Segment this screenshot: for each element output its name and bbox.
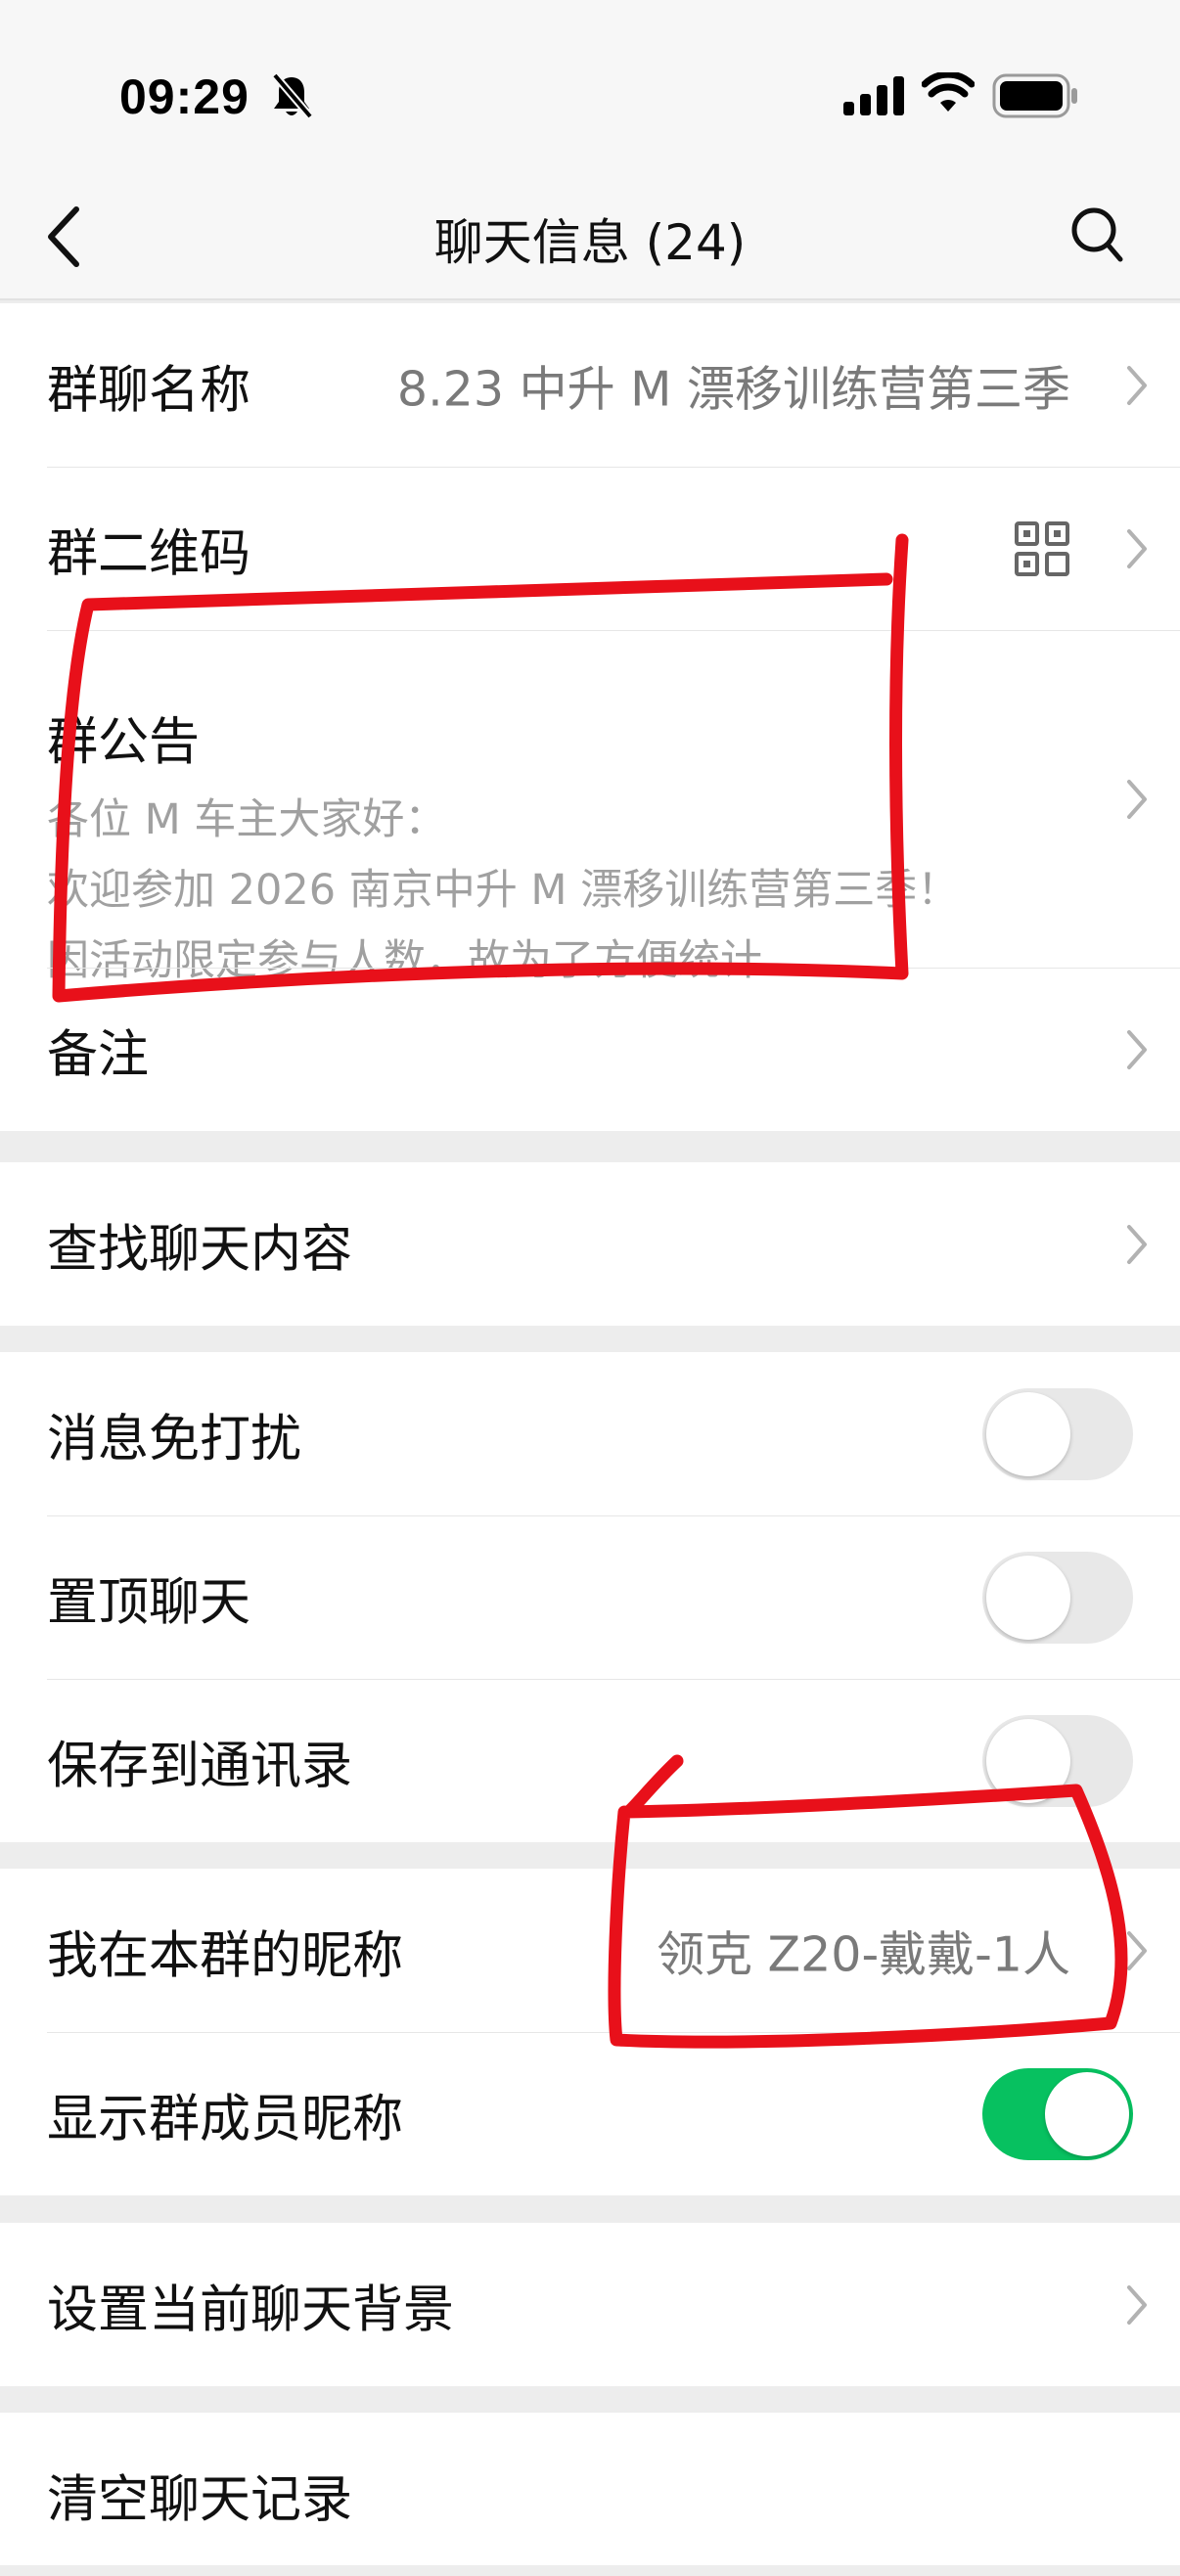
chevron-right-icon <box>1127 1930 1147 1970</box>
clear-history-label: 清空聊天记录 <box>47 2470 353 2529</box>
notice-line: 各位 M 车主大家好： <box>47 795 447 844</box>
search-chat-row[interactable]: 查找聊天内容 <box>0 1162 1180 1326</box>
save-contacts-row: 保存到通讯录 <box>0 1679 1180 1842</box>
search-section: 查找聊天内容 <box>0 1162 1180 1326</box>
show-nicknames-toggle[interactable] <box>982 2067 1133 2160</box>
group-qr-label: 群二维码 <box>47 524 251 583</box>
toggle-knob <box>986 1718 1070 1803</box>
nickname-section: 我在本群的昵称 领克 Z20-戴戴-1人 显示群成员昵称 <box>0 1869 1180 2195</box>
settings-section: 消息免打扰 置顶聊天 保存到通讯录 <box>0 1352 1180 1842</box>
search-chat-label: 查找聊天内容 <box>47 1220 353 1279</box>
pin-label: 置顶聊天 <box>47 1573 251 1632</box>
mute-row: 消息免打扰 <box>0 1352 1180 1515</box>
my-nickname-value: 领克 Z20-戴戴-1人 <box>656 1926 1070 1982</box>
chevron-right-icon <box>1127 779 1147 819</box>
signal-icon <box>843 76 904 115</box>
remark-row[interactable]: 备注 <box>0 968 1180 1131</box>
my-nickname-label: 我在本群的昵称 <box>47 1926 404 1985</box>
group-notice-text: 各位 M 车主大家好： 欢迎参加 2026 南京中升 M 漂移训练营第三季！ 因… <box>47 785 959 996</box>
pin-row: 置顶聊天 <box>0 1515 1180 1679</box>
pin-toggle[interactable] <box>982 1551 1133 1644</box>
nav-bar: 聊天信息 (24) <box>0 176 1180 300</box>
remark-label: 备注 <box>47 1025 150 1084</box>
group-notice-row[interactable]: 群公告 各位 M 车主大家好： 欢迎参加 2026 南京中升 M 漂移训练营第三… <box>0 630 1180 985</box>
page-title: 聊天信息 (24) <box>433 214 747 271</box>
chat-background-label: 设置当前聊天背景 <box>47 2281 455 2339</box>
wifi-icon <box>922 72 975 112</box>
save-contacts-toggle[interactable] <box>982 1714 1133 1807</box>
toggle-knob <box>986 1555 1070 1640</box>
show-nicknames-label: 显示群成员昵称 <box>47 2090 404 2148</box>
group-info-section: 群聊名称 8.23 中升 M 漂移训练营第三季 群二维码 群公告 各位 M 车主… <box>0 303 1180 1131</box>
chevron-right-icon <box>1127 528 1147 568</box>
toggle-knob <box>986 1391 1070 1476</box>
chevron-right-icon <box>1127 2284 1147 2325</box>
battery-icon <box>992 73 1077 118</box>
mute-label: 消息免打扰 <box>47 1410 302 1469</box>
clear-section: 清空聊天记录 <box>0 2413 1180 2565</box>
show-nicknames-row: 显示群成员昵称 <box>0 2032 1180 2195</box>
toggle-knob <box>1045 2071 1129 2156</box>
background-section: 设置当前聊天背景 <box>0 2223 1180 2386</box>
chevron-right-icon <box>1127 365 1147 405</box>
notice-line: 欢迎参加 2026 南京中升 M 漂移训练营第三季！ <box>47 866 960 915</box>
group-qr-row[interactable]: 群二维码 <box>0 467 1180 630</box>
chevron-right-icon <box>1127 1224 1147 1264</box>
my-nickname-row[interactable]: 我在本群的昵称 领克 Z20-戴戴-1人 <box>0 1869 1180 2032</box>
bell-slash-icon <box>271 72 314 119</box>
status-time: 09:29 <box>119 69 250 124</box>
save-contacts-label: 保存到通讯录 <box>47 1737 353 1795</box>
mute-toggle[interactable] <box>982 1387 1133 1480</box>
group-notice-label: 群公告 <box>47 713 201 772</box>
status-bar: 09:29 <box>0 0 1180 176</box>
chevron-right-icon <box>1127 1029 1147 1069</box>
clear-history-row[interactable]: 清空聊天记录 <box>0 2413 1180 2576</box>
group-name-value: 8.23 中升 M 漂移训练营第三季 <box>396 361 1070 417</box>
group-name-row[interactable]: 群聊名称 8.23 中升 M 漂移训练营第三季 <box>0 303 1180 467</box>
chat-background-row[interactable]: 设置当前聊天背景 <box>0 2223 1180 2386</box>
search-icon[interactable] <box>1069 205 1124 264</box>
qr-code-icon <box>1015 520 1069 576</box>
group-name-label: 群聊名称 <box>47 361 251 420</box>
